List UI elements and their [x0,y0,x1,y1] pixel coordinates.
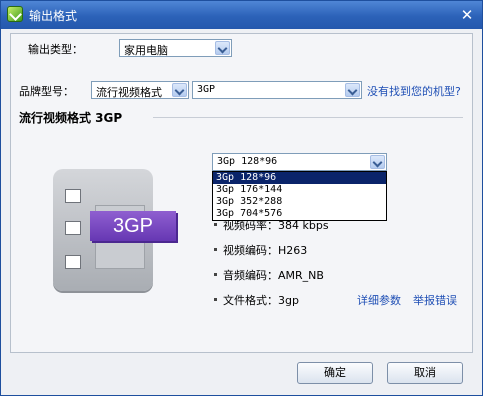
bullet-icon [214,223,217,226]
spec-file-format: 文件格式：3gp [223,294,299,307]
dialog-content: 输出类型： 家用电脑 品牌型号： 流行视频格式 3GP 没有找到您的机型? 流行… [10,33,473,353]
section-divider [153,117,463,118]
film-hole [65,221,81,235]
app-check-icon [7,6,23,22]
bullet-icon [214,298,217,301]
bullet-icon [214,273,217,276]
spec-video-codec: 视频编码：H263 [223,244,308,257]
details-link[interactable]: 详细参数 [357,292,401,308]
brand-category-select[interactable]: 流行视频格式 [91,81,189,99]
title-bar: 输出格式 ✕ [1,1,482,29]
output-format-dialog: 输出格式 ✕ 输出类型： 家用电脑 品牌型号： 流行视频格式 3GP 没有找到您… [0,0,483,396]
brand-category-value: 流行视频格式 [96,86,162,99]
resolution-value: 3Gp 128*96 [217,156,278,167]
film-device-icon: 3GP [53,169,176,291]
device-model-value: 3GP [197,84,216,95]
cancel-button[interactable]: 取消 [387,362,463,384]
output-type-select[interactable]: 家用电脑 [119,39,232,57]
output-type-label: 输出类型： [28,43,83,56]
chevron-down-icon[interactable] [345,83,360,97]
bullet-icon [214,248,217,251]
brand-model-label: 品牌型号： [19,85,74,98]
resolution-option[interactable]: 3Gp 128*96 [213,172,386,184]
window-title: 输出格式 [29,9,78,23]
resolution-dropdown-list: 3Gp 128*96 3Gp 176*144 3Gp 352*288 3Gp 7… [212,171,387,221]
chevron-down-icon[interactable] [215,41,230,55]
film-frame [95,239,145,269]
format-badge: 3GP [90,211,176,241]
close-button[interactable]: ✕ [458,6,476,24]
film-hole [65,255,81,269]
output-type-value: 家用电脑 [124,44,168,57]
resolution-option[interactable]: 3Gp 176*144 [213,184,386,196]
section-title: 流行视频格式 3GP [19,111,123,125]
resolution-option[interactable]: 3Gp 352*288 [213,196,386,208]
chevron-down-icon[interactable] [172,83,187,97]
report-error-link[interactable]: 举报错误 [413,292,457,308]
film-hole [65,189,81,203]
model-not-found-link[interactable]: 没有找到您的机型? [367,83,461,99]
resolution-select[interactable]: 3Gp 128*96 [212,153,387,171]
device-model-select[interactable]: 3GP [192,81,362,99]
chevron-down-icon[interactable] [370,155,385,169]
ok-button[interactable]: 确定 [297,362,373,384]
spec-audio-codec: 音频编码：AMR_NB [223,269,324,282]
resolution-option[interactable]: 3Gp 704*576 [213,208,386,220]
